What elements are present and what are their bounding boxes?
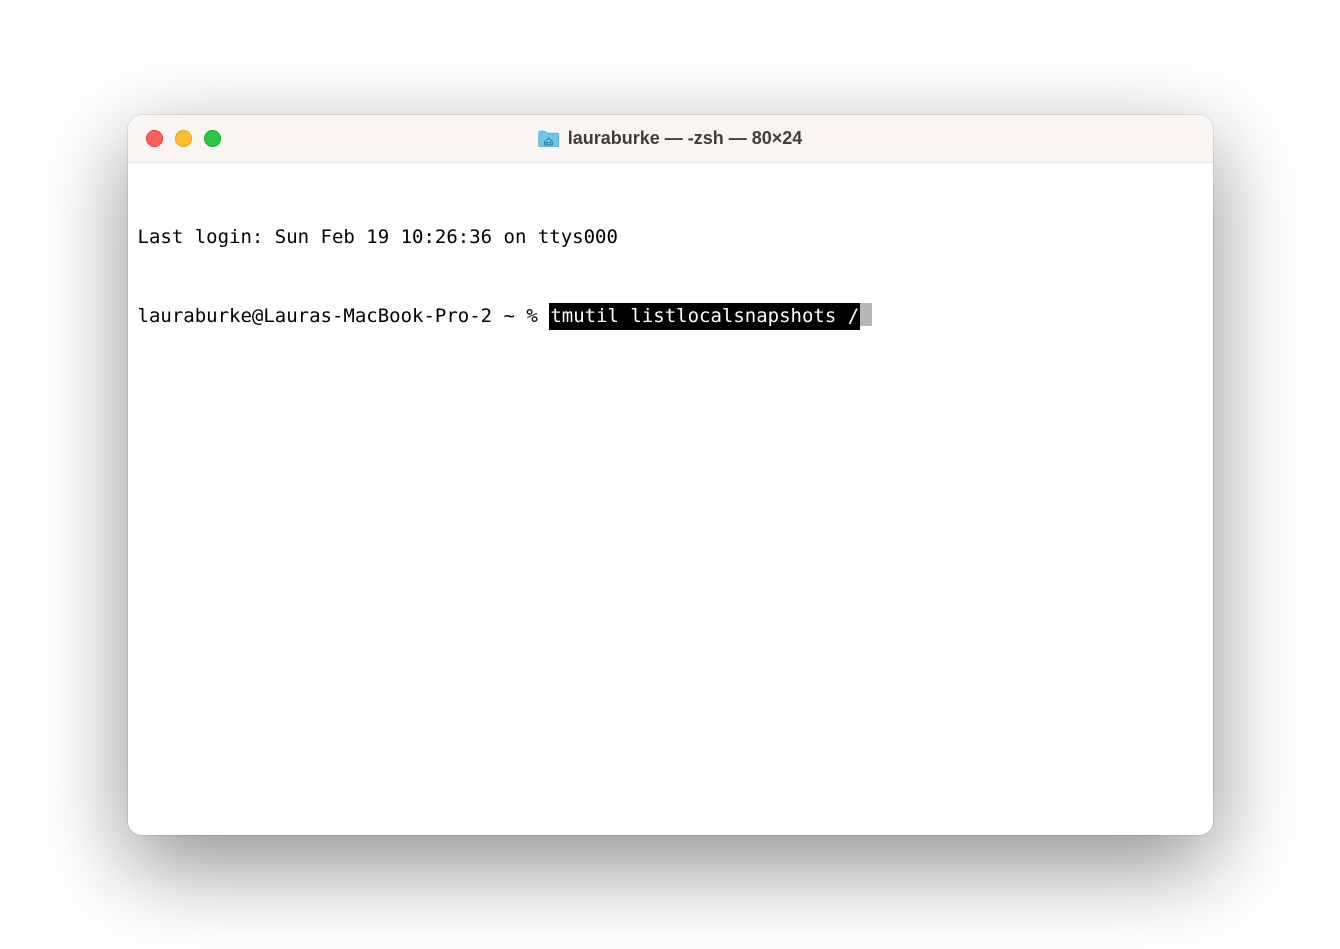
cursor bbox=[860, 303, 872, 326]
terminal-window: lauraburke — -zsh — 80×24 Last login: Su… bbox=[128, 115, 1213, 835]
home-folder-icon bbox=[538, 129, 560, 147]
titlebar[interactable]: lauraburke — -zsh — 80×24 bbox=[128, 115, 1213, 163]
last-login-line: Last login: Sun Feb 19 10:26:36 on ttys0… bbox=[138, 224, 1203, 251]
close-button[interactable] bbox=[146, 130, 163, 147]
window-title: lauraburke — -zsh — 80×24 bbox=[568, 128, 803, 149]
prompt-text: lauraburke@Lauras-MacBook-Pro-2 ~ % bbox=[138, 303, 550, 330]
minimize-button[interactable] bbox=[175, 130, 192, 147]
traffic-lights bbox=[146, 130, 221, 147]
maximize-button[interactable] bbox=[204, 130, 221, 147]
terminal-body[interactable]: Last login: Sun Feb 19 10:26:36 on ttys0… bbox=[128, 163, 1213, 835]
window-title-group: lauraburke — -zsh — 80×24 bbox=[538, 128, 803, 149]
command-input[interactable]: tmutil listlocalsnapshots / bbox=[549, 303, 860, 330]
prompt-line: lauraburke@Lauras-MacBook-Pro-2 ~ % tmut… bbox=[138, 303, 1203, 330]
